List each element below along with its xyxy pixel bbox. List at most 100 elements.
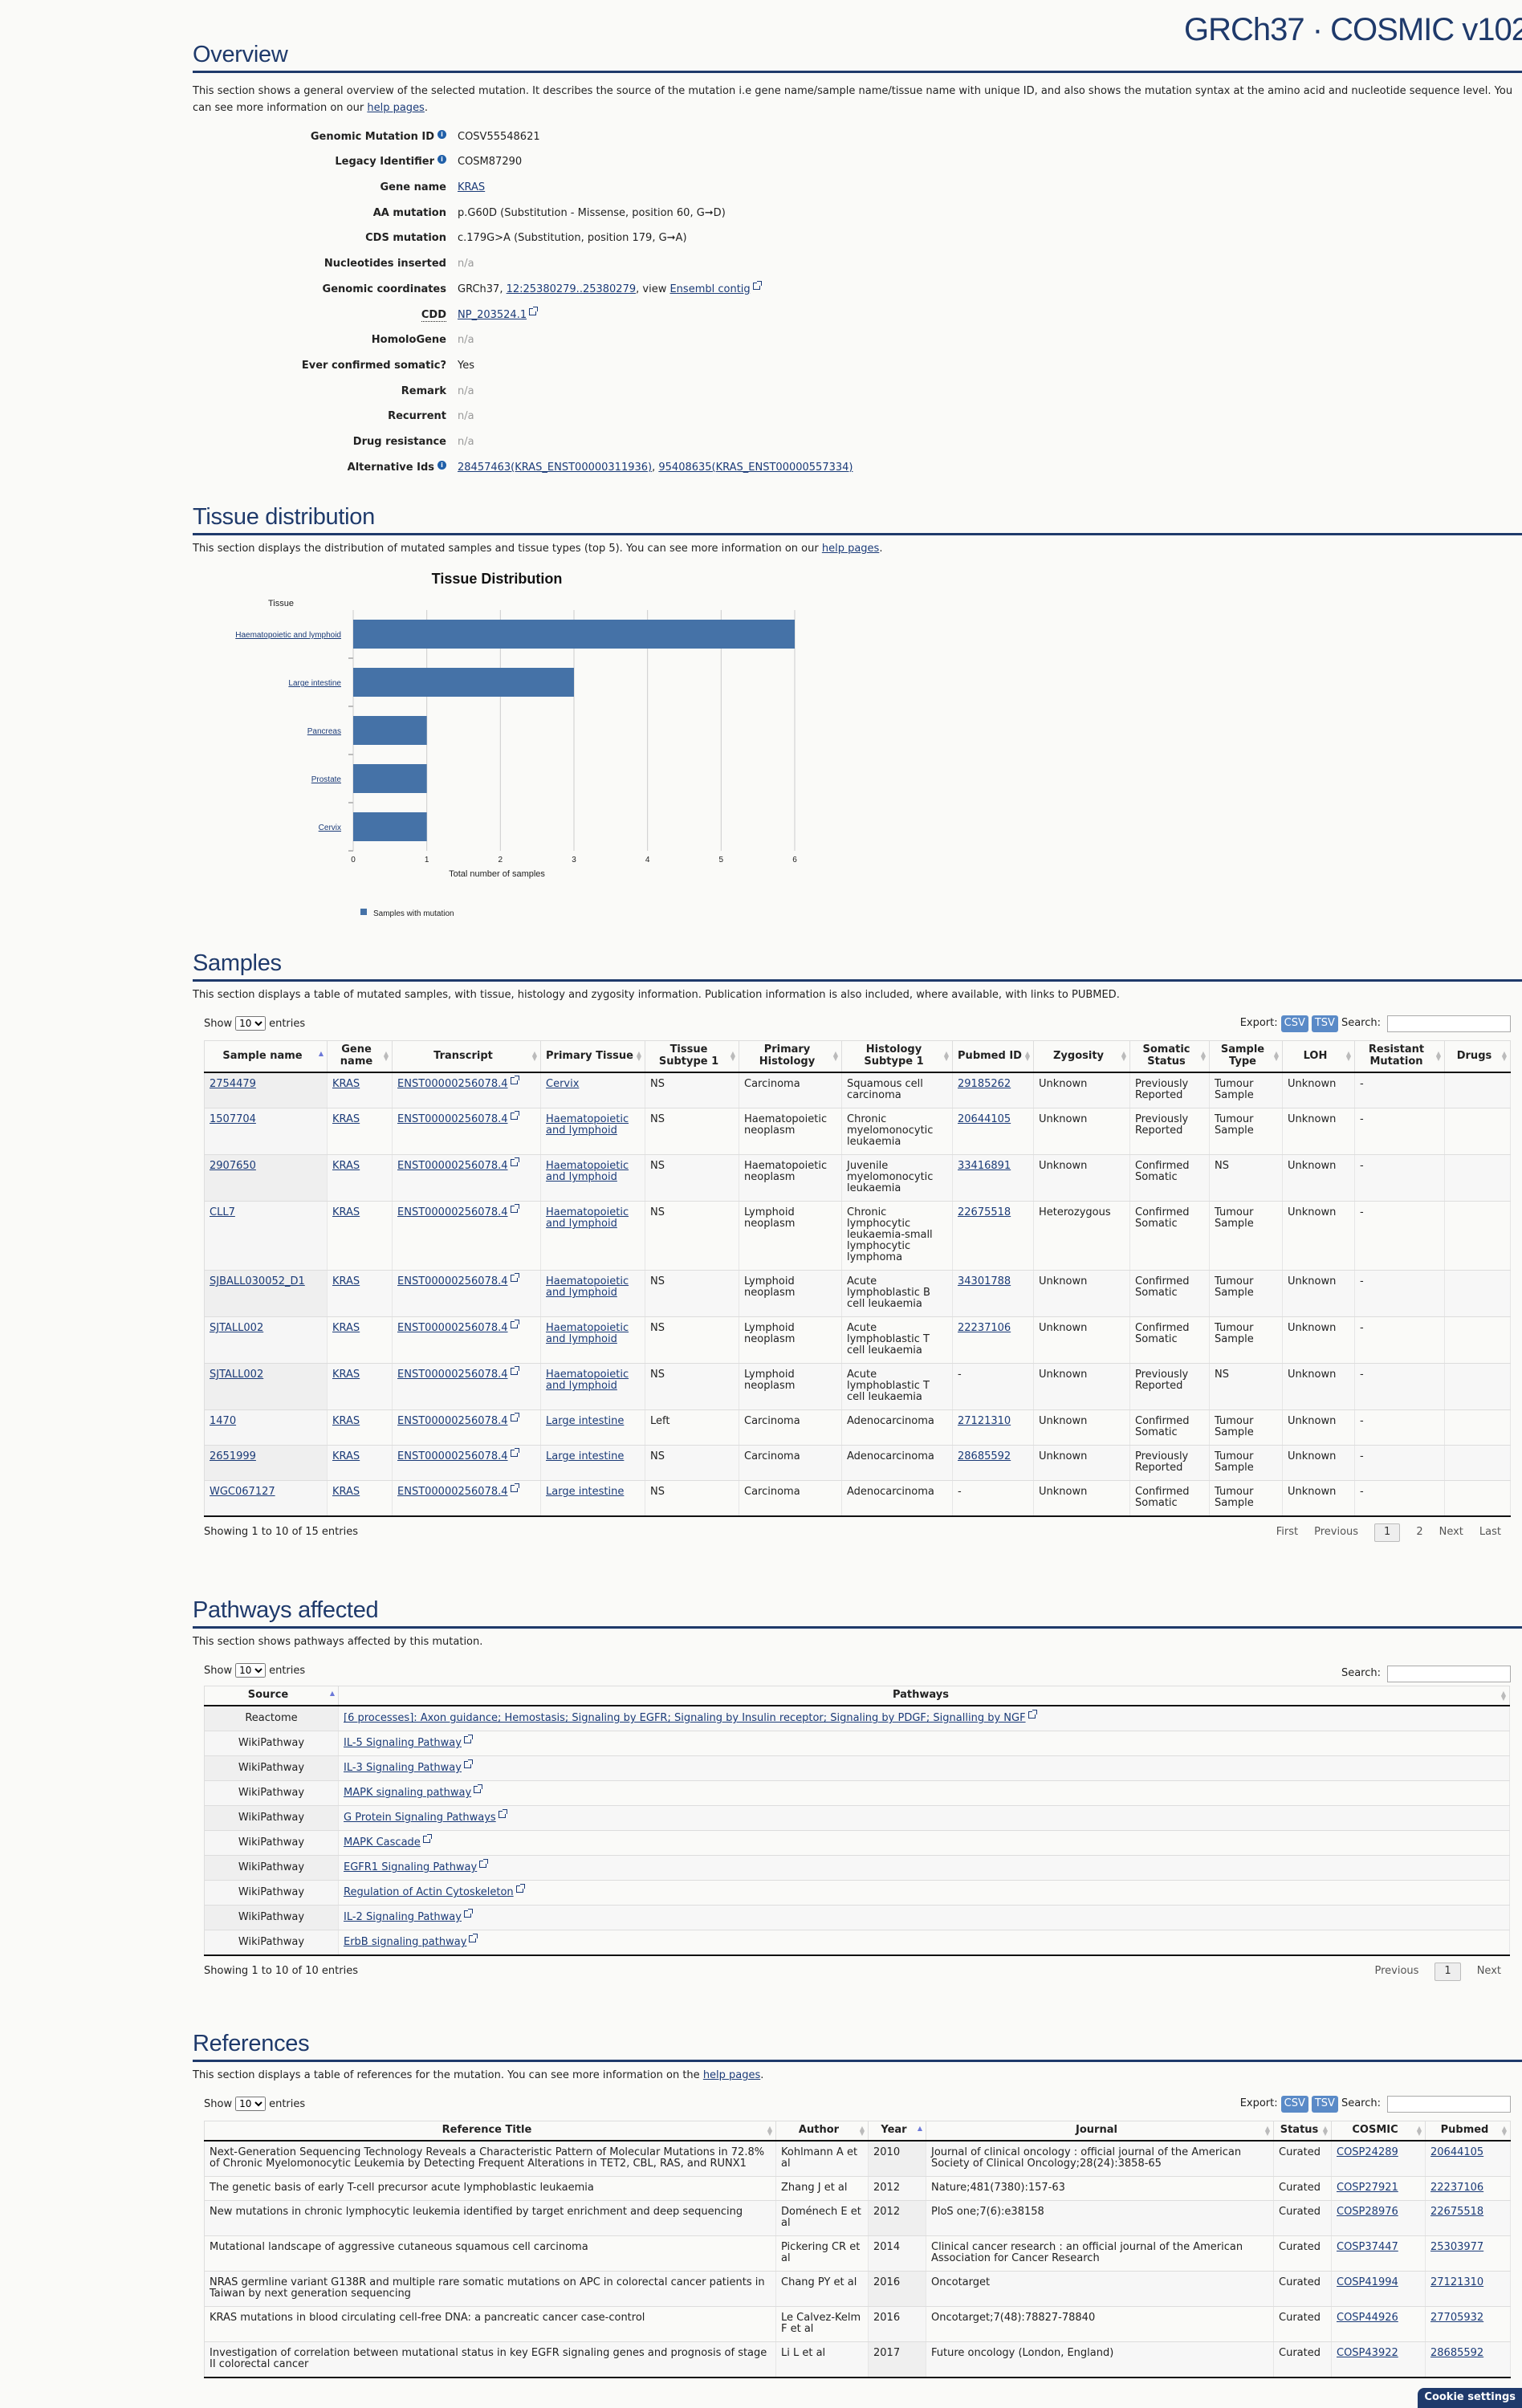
cookie-settings-button[interactable]: Cookie settings <box>1418 2388 1522 2408</box>
entries-select[interactable]: 10 <box>235 2097 267 2112</box>
cell-link[interactable]: ENST00000256078.4 <box>397 1450 508 1462</box>
cell-link[interactable]: WGC067127 <box>210 1486 275 1498</box>
help-pages-link[interactable]: help pages <box>703 2069 760 2081</box>
coordinates-link[interactable]: 12:25380279..25380279 <box>507 283 637 295</box>
search-input[interactable] <box>1387 1665 1511 1682</box>
cell-link[interactable]: KRAS <box>332 1113 360 1125</box>
cell-link[interactable]: SJTALL002 <box>210 1322 263 1334</box>
cell-link[interactable]: 2907650 <box>210 1160 256 1172</box>
column-header[interactable]: Resistant Mutation ▲ ▼ <box>1354 1040 1445 1074</box>
cell-link[interactable]: COSP27921 <box>1337 2182 1398 2194</box>
cell-link[interactable]: CLL7 <box>210 1206 235 1218</box>
cell-link[interactable]: 2651999 <box>210 1450 256 1462</box>
cell-link[interactable]: ENST00000256078.4 <box>397 1078 508 1090</box>
cell-link[interactable]: SJBALL030052_D1 <box>210 1275 305 1287</box>
cell-link[interactable]: 22237106 <box>1430 2182 1483 2194</box>
pathway-link[interactable]: MAPK signaling pathway <box>344 1787 471 1799</box>
cell-link[interactable]: Haematopoietic and lymphoid <box>546 1322 629 1345</box>
cell-link[interactable]: 34301788 <box>958 1275 1011 1287</box>
column-header[interactable]: Reference Title ▲ ▼ <box>204 2121 776 2142</box>
cell-link[interactable]: ENST00000256078.4 <box>397 1486 508 1498</box>
previous-page-button[interactable]: Previous <box>1374 1965 1418 1978</box>
page-1-button[interactable]: 1 <box>1435 1963 1461 1982</box>
cell-link[interactable]: Haematopoietic and lymphoid <box>546 1275 629 1299</box>
cell-link[interactable]: 20644105 <box>958 1113 1011 1125</box>
alternative-id-link[interactable]: 28457463(KRAS_ENST00000311936) <box>458 462 652 474</box>
column-header[interactable]: Pathways ▲ ▼ <box>338 1686 1510 1707</box>
pathway-link[interactable]: IL-2 Signaling Pathway <box>344 1911 462 1923</box>
column-header[interactable]: Pubmed ID ▲ ▼ <box>952 1040 1034 1074</box>
cell-link[interactable]: COSP24289 <box>1337 2146 1398 2158</box>
column-header[interactable]: Sample Type ▲ ▼ <box>1209 1040 1283 1074</box>
column-header[interactable]: LOH ▲ ▼ <box>1282 1040 1355 1074</box>
cell-link[interactable]: ENST00000256078.4 <box>397 1206 508 1218</box>
pathway-link[interactable]: MAPK Cascade <box>344 1837 421 1849</box>
previous-page-button[interactable]: Previous <box>1314 1526 1358 1539</box>
ensembl-contig-link[interactable]: Ensembl contig <box>669 283 750 295</box>
category-label-link[interactable]: Pancreas <box>307 727 341 736</box>
column-header[interactable]: Year ▲ <box>868 2121 926 2142</box>
cell-link[interactable]: Haematopoietic and lymphoid <box>546 1160 629 1183</box>
category-label-link[interactable]: Haematopoietic and lymphoid <box>235 631 341 640</box>
search-input[interactable] <box>1387 2095 1511 2113</box>
column-header[interactable]: Sample name ▲ <box>204 1040 328 1074</box>
column-header[interactable]: Journal ▲ ▼ <box>926 2121 1274 2142</box>
column-header[interactable]: Zygosity ▲ ▼ <box>1033 1040 1130 1074</box>
cell-link[interactable]: 27121310 <box>1430 2276 1483 2288</box>
pathway-link[interactable]: EGFR1 Signaling Pathway <box>344 1861 477 1873</box>
cell-link[interactable]: 1507704 <box>210 1113 256 1125</box>
export-csv-button[interactable]: CSV <box>1280 2095 1308 2113</box>
cell-link[interactable]: ENST00000256078.4 <box>397 1369 508 1381</box>
cell-link[interactable]: Large intestine <box>546 1415 624 1427</box>
pathway-link[interactable]: G Protein Signaling Pathways <box>344 1812 496 1824</box>
export-tsv-button[interactable]: TSV <box>1311 1015 1338 1032</box>
info-icon[interactable]: i <box>437 155 446 165</box>
column-header[interactable]: Author ▲ ▼ <box>775 2121 869 2142</box>
export-tsv-button[interactable]: TSV <box>1311 2095 1338 2113</box>
cell-link[interactable]: ENST00000256078.4 <box>397 1275 508 1287</box>
column-header[interactable]: Primary Tissue ▲ ▼ <box>540 1040 645 1074</box>
page-2-button[interactable]: 2 <box>1416 1526 1422 1539</box>
cell-link[interactable]: 25303977 <box>1430 2241 1483 2253</box>
cell-link[interactable]: 27121310 <box>958 1415 1011 1427</box>
cell-link[interactable]: KRAS <box>332 1322 360 1334</box>
cell-link[interactable]: KRAS <box>332 1078 360 1090</box>
cell-link[interactable]: COSP37447 <box>1337 2241 1398 2253</box>
category-label-link[interactable]: Prostate <box>311 775 342 784</box>
next-page-button[interactable]: Next <box>1439 1526 1463 1539</box>
export-csv-button[interactable]: CSV <box>1280 1015 1308 1032</box>
column-header[interactable]: Transcript ▲ ▼ <box>392 1040 541 1074</box>
cell-link[interactable]: KRAS <box>332 1160 360 1172</box>
cell-link[interactable]: KRAS <box>332 1206 360 1218</box>
last-page-button[interactable]: Last <box>1479 1526 1501 1539</box>
cell-link[interactable]: KRAS <box>332 1415 360 1427</box>
cell-link[interactable]: 22237106 <box>958 1322 1011 1334</box>
column-header[interactable]: COSMIC ▲ ▼ <box>1331 2121 1426 2142</box>
cell-link[interactable]: SJTALL002 <box>210 1369 263 1381</box>
cell-link[interactable]: KRAS <box>332 1486 360 1498</box>
column-header[interactable]: Primary Histology ▲ ▼ <box>739 1040 842 1074</box>
cell-link[interactable]: 1470 <box>210 1415 236 1427</box>
pathway-link[interactable]: IL-3 Signaling Pathway <box>344 1762 462 1774</box>
cell-link[interactable]: Haematopoietic and lymphoid <box>546 1206 629 1230</box>
detail-link[interactable]: KRAS <box>458 181 485 193</box>
cell-link[interactable]: 28685592 <box>1430 2347 1483 2359</box>
info-icon[interactable]: i <box>437 460 446 470</box>
cell-link[interactable]: KRAS <box>332 1369 360 1381</box>
category-label-link[interactable]: Large intestine <box>288 679 341 688</box>
cell-link[interactable]: Large intestine <box>546 1486 624 1498</box>
info-icon[interactable]: i <box>437 129 446 139</box>
entries-select[interactable]: 10 <box>235 1663 267 1678</box>
column-header[interactable]: Status ▲ ▼ <box>1273 2121 1332 2142</box>
cell-link[interactable]: COSP44926 <box>1337 2312 1398 2324</box>
pathway-link[interactable]: ErbB signaling pathway <box>344 1936 466 1948</box>
cell-link[interactable]: ENST00000256078.4 <box>397 1160 508 1172</box>
column-header[interactable]: Tissue Subtype 1 ▲ ▼ <box>645 1040 739 1074</box>
cell-link[interactable]: 29185262 <box>958 1078 1011 1090</box>
column-header[interactable]: Pubmed ▲ ▼ <box>1425 2121 1511 2142</box>
page-1-button[interactable]: 1 <box>1374 1523 1401 1543</box>
cell-link[interactable]: 2754479 <box>210 1078 256 1090</box>
search-input[interactable] <box>1387 1015 1511 1032</box>
alternative-id-link[interactable]: 95408635(KRAS_ENST00000557334) <box>658 462 853 474</box>
category-label-link[interactable]: Cervix <box>319 824 341 832</box>
